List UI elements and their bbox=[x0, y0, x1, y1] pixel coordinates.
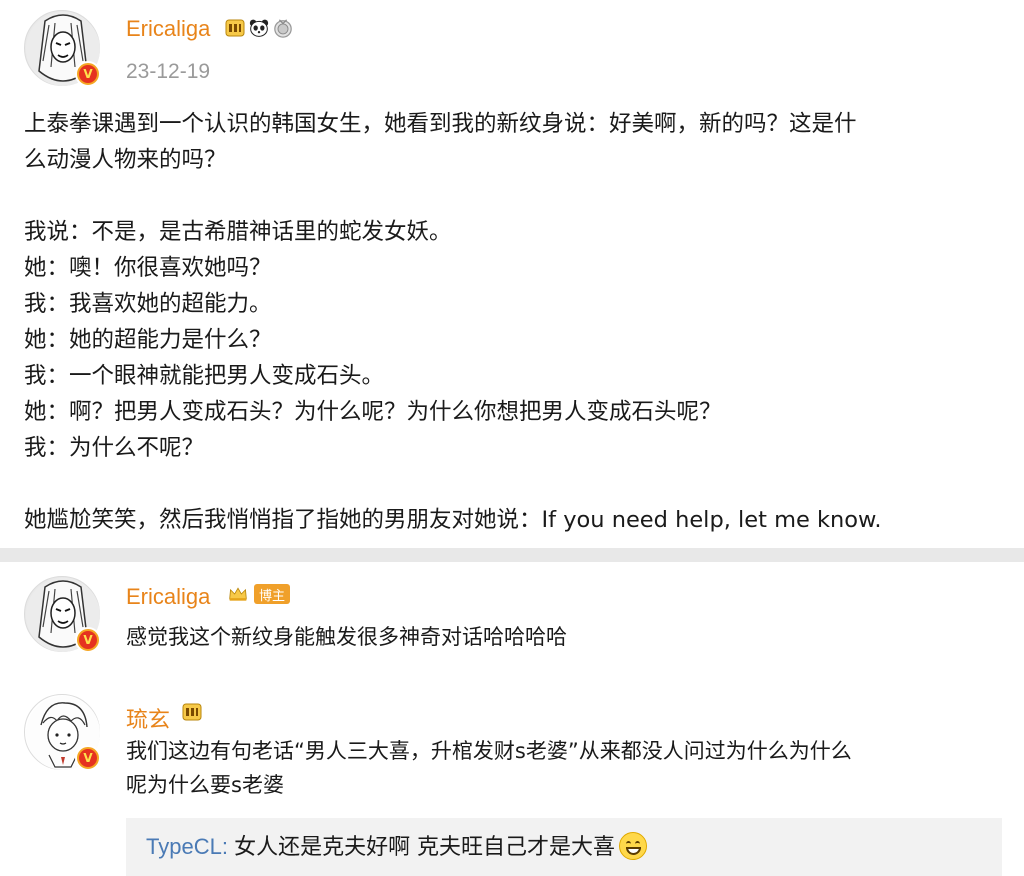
post-line: 她：噢！你很喜欢她吗？ bbox=[24, 255, 272, 281]
user-badges: 博主 bbox=[228, 584, 291, 604]
post-author-name[interactable]: Ericaliga bbox=[126, 16, 210, 42]
vip-level-icon[interactable] bbox=[182, 702, 202, 722]
crown-icon bbox=[229, 587, 247, 601]
verified-badge-icon: V bbox=[75, 745, 101, 771]
post-line: 我：为什么不呢？ bbox=[24, 435, 205, 461]
comment-text: 我们这边有句老话“男人三大喜，升棺发财s老婆”从来都没人问过为什么为什么 呢为什… bbox=[126, 734, 996, 802]
comment-line: 呢为什么要s老婆 bbox=[126, 773, 284, 797]
comment-text: 感觉我这个新纹身能触发很多神奇对话哈哈哈哈 bbox=[126, 620, 996, 654]
post-line: 我说：不是，是古希腊神话里的蛇发女妖。 bbox=[24, 219, 452, 245]
user-badges bbox=[182, 702, 202, 722]
section-divider bbox=[0, 548, 1024, 562]
post-line: 上泰拳课遇到一个认识的韩国女生，她看到我的新纹身说：好美啊，新的吗？这是什 bbox=[24, 111, 857, 137]
reply-author-name[interactable]: TypeCL bbox=[146, 834, 222, 859]
medal-icon[interactable] bbox=[273, 18, 293, 38]
post-date: 23-12-19 bbox=[126, 60, 211, 83]
comment-item: V Ericaliga 博主 感觉我这个新纹身能触发很多神奇对话哈哈哈哈 bbox=[0, 576, 1024, 676]
post-line: 她：她的超能力是什么？ bbox=[24, 327, 272, 353]
reply-separator: : bbox=[221, 834, 235, 859]
grinning-face-icon bbox=[619, 832, 648, 860]
user-badges bbox=[225, 18, 293, 38]
comment-author-name[interactable]: Ericaliga bbox=[126, 584, 210, 610]
reply-text: 女人还是克夫好啊 克夫旺自己才是大喜 bbox=[234, 835, 616, 860]
comment-line: 感觉我这个新纹身能触发很多神奇对话哈哈哈哈 bbox=[126, 625, 567, 649]
post-line: 么动漫人物来的吗？ bbox=[24, 147, 227, 173]
post-body: 上泰拳课遇到一个认识的韩国女生，她看到我的新纹身说：好美啊，新的吗？这是什 么动… bbox=[24, 106, 1004, 538]
comment-author-name[interactable]: 琉玄 bbox=[126, 702, 170, 734]
post-line: 我：一个眼神就能把男人变成石头。 bbox=[24, 363, 385, 389]
author-avatar[interactable]: V bbox=[24, 10, 101, 87]
author-tag-badge: 博主 bbox=[254, 584, 291, 604]
weibo-post: V Ericaliga 23-12-19 上泰拳课遇到一个认识的韩国女生，她看到… bbox=[0, 0, 1024, 548]
commenter-avatar[interactable]: V bbox=[24, 576, 101, 653]
comment-line: 我们这边有句老话“男人三大喜，升棺发财s老婆”从来都没人问过为什么为什么 bbox=[126, 739, 852, 763]
nested-reply[interactable]: TypeCL: 女人还是克夫好啊 克夫旺自己才是大喜 bbox=[126, 818, 1002, 876]
post-line: 我：我喜欢她的超能力。 bbox=[24, 291, 272, 317]
verified-badge-icon: V bbox=[75, 627, 101, 653]
vip-level-icon[interactable] bbox=[225, 18, 245, 38]
panda-icon[interactable] bbox=[249, 18, 269, 38]
post-line: 她：啊？把男人变成石头？为什么呢？为什么你想把男人变成石头呢？ bbox=[24, 399, 722, 425]
verified-badge-icon: V bbox=[75, 61, 101, 87]
commenter-avatar[interactable]: V bbox=[24, 694, 101, 771]
post-line: 她尴尬笑笑，然后我悄悄指了指她的男朋友对她说：If you need help,… bbox=[24, 507, 882, 533]
